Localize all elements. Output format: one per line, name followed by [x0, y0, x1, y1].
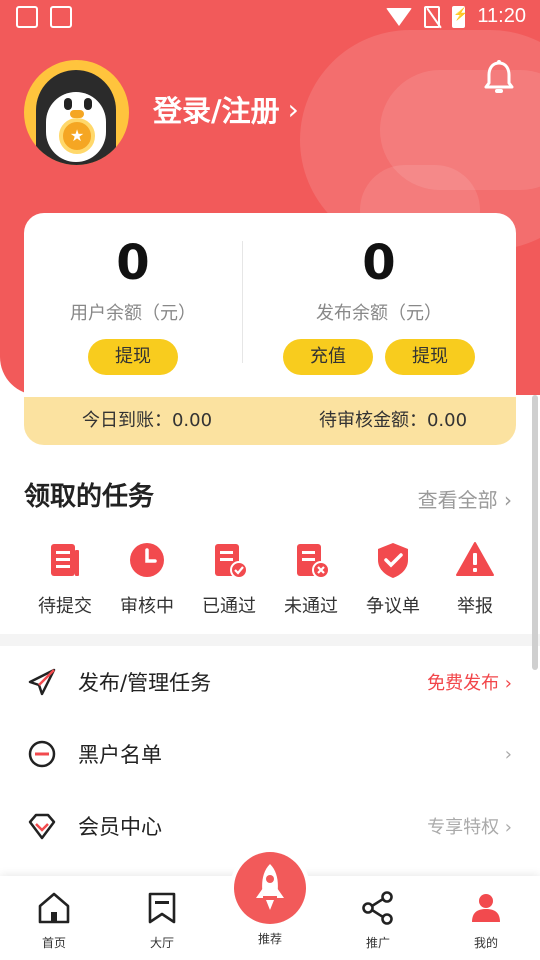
nav-mine[interactable]: 我的 [446, 890, 526, 951]
publish-withdraw-button[interactable]: 提现 [385, 339, 475, 375]
nav-recommend[interactable] [230, 848, 310, 928]
chevron-right-icon: › [287, 92, 299, 126]
task-disputed[interactable]: 争议单 [352, 540, 434, 618]
user-balance-column: 0 用户余额（元） 提现 [24, 235, 242, 375]
minus-circle-icon [28, 740, 56, 768]
menu-item-label: 发布/管理任务 [78, 671, 212, 695]
earnings-strip: 今日到账：0.00 待审核金额：0.00 [24, 397, 516, 445]
nav-label: 推荐 [257, 932, 282, 946]
user-icon [472, 894, 500, 922]
publish-balance-label: 发布余额（元） [316, 303, 442, 324]
clock-icon [130, 543, 164, 577]
share-icon [362, 891, 393, 925]
medal-icon: ★ [59, 118, 95, 154]
task-under-review[interactable]: 审核中 [106, 540, 188, 618]
login-register-link[interactable]: 登录/注册 › [153, 88, 299, 130]
wifi-icon [386, 7, 413, 26]
battery-charging-icon [452, 5, 468, 28]
task-report[interactable]: 举报 [434, 540, 516, 618]
user-balance-amount: 0 [116, 235, 150, 291]
chevron-right-icon: › [504, 743, 512, 765]
bell-icon[interactable] [484, 60, 514, 96]
nav-hall[interactable]: 大厅 [122, 890, 202, 951]
exclusive-privileges-link[interactable]: 专享特权 › [427, 813, 512, 839]
task-label: 举报 [457, 596, 493, 617]
menu-item-blacklist[interactable]: 黑户名单 › [0, 718, 540, 790]
task-rejected[interactable]: 未通过 [270, 540, 352, 618]
no-sim-icon [424, 5, 441, 28]
status-time: 11:20 [477, 5, 526, 27]
task-status-grid: 待提交 审核中 已通过 未通过 争议单 举报 [24, 540, 516, 618]
diamond-icon [28, 813, 56, 840]
shop-notification-icon [50, 6, 72, 28]
nav-label: 推广 [365, 936, 390, 950]
task-approved[interactable]: 已通过 [188, 540, 270, 618]
balance-card: 0 用户余额（元） 提现 0 发布余额（元） 充值 提现 今日到账：0.00 待… [24, 213, 516, 445]
home-icon [38, 892, 70, 924]
menu-item-publish-manage[interactable]: 发布/管理任务 免费发布 › [0, 646, 540, 718]
recharge-button[interactable]: 充值 [283, 339, 373, 375]
nav-label: 我的 [473, 936, 498, 950]
task-label: 审核中 [120, 596, 174, 617]
rocket-icon [256, 864, 284, 910]
user-balance-label: 用户余额（元） [70, 303, 196, 324]
task-label: 待提交 [38, 596, 92, 617]
nav-promote[interactable]: 推广 [338, 890, 418, 951]
login-label: 登录/注册 [153, 94, 280, 128]
section-divider [0, 634, 540, 646]
menu-item-label: 黑户名单 [78, 743, 162, 767]
warning-icon [456, 542, 494, 576]
task-label: 已通过 [202, 596, 256, 617]
publish-balance-column: 0 发布余额（元） 充值 提现 [242, 235, 516, 375]
section-title: 领取的任务 [24, 482, 155, 512]
free-publish-link[interactable]: 免费发布 › [427, 669, 512, 695]
status-bar: 11:20 [0, 0, 540, 36]
menu-list: 发布/管理任务 免费发布 › 黑户名单 › 会员中心 专享特权 › [0, 646, 540, 862]
pending-review-amount: 待审核金额：0.00 [318, 410, 468, 431]
avatar[interactable]: ★ [24, 60, 129, 165]
paper-plane-icon [28, 668, 56, 696]
document-icon [51, 544, 79, 576]
withdraw-button[interactable]: 提现 [88, 339, 178, 375]
menu-item-label: 会员中心 [78, 815, 162, 839]
task-label: 未通过 [284, 596, 338, 617]
rejected-doc-icon [297, 544, 330, 579]
shield-check-icon [378, 543, 408, 578]
approved-doc-icon [215, 544, 248, 579]
publish-balance-amount: 0 [362, 235, 396, 291]
nav-label: 首页 [41, 936, 66, 950]
task-label: 争议单 [366, 596, 420, 617]
task-pending-submit[interactable]: 待提交 [24, 540, 106, 618]
image-notification-icon [16, 6, 38, 28]
nav-label: 大厅 [149, 936, 174, 950]
scrollbar[interactable] [532, 395, 538, 670]
bookmark-icon [148, 892, 176, 924]
view-all-link[interactable]: 查看全部 › [418, 484, 512, 513]
nav-home[interactable]: 首页 [14, 890, 94, 951]
today-arrival: 今日到账：0.00 [81, 410, 213, 431]
